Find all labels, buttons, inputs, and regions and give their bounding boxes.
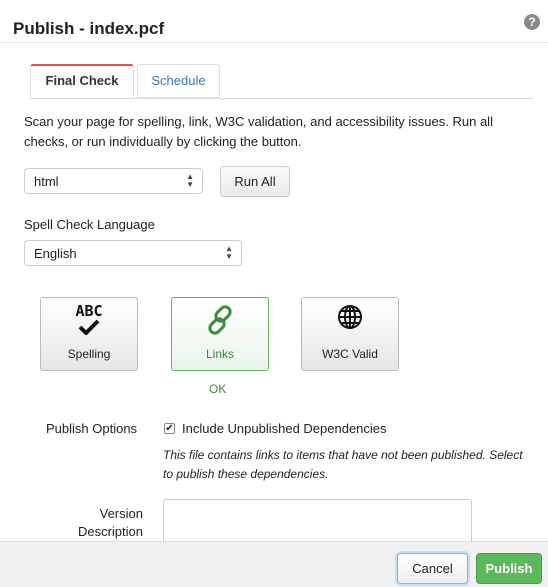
tab-final-check[interactable]: Final Check (30, 64, 134, 98)
links-status-ok: OK (209, 382, 227, 396)
select-arrows-icon: ▲ ▼ (225, 245, 233, 261)
w3c-valid-check-button[interactable]: W3C Valid (301, 297, 399, 371)
question-circle-icon[interactable]: ? (524, 14, 540, 30)
check-type-select-value: html (34, 174, 59, 189)
arrow-down-icon: ▼ (225, 252, 233, 261)
language-select-value: English (34, 246, 77, 261)
dialog-header: Publish - index.pcf ? (0, 0, 548, 43)
spelling-check-label: Spelling (67, 347, 111, 361)
abc-check-icon: ABC (41, 304, 137, 340)
arrow-down-icon: ▼ (186, 180, 194, 189)
publish-button[interactable]: Publish (476, 553, 542, 584)
link-icon (172, 304, 268, 341)
checkmark-icon (78, 319, 100, 336)
include-dependencies-checkbox[interactable]: ✔ (164, 423, 175, 434)
include-dependencies-label[interactable]: Include Unpublished Dependencies (182, 421, 387, 436)
abc-icon-text: ABC (75, 302, 103, 320)
check-type-select[interactable]: html ▲ ▼ (24, 168, 203, 194)
links-check-label: Links (205, 347, 234, 361)
globe-icon (302, 304, 398, 335)
publish-options-label: Publish Options (46, 421, 138, 436)
run-all-button[interactable]: Run All (220, 166, 290, 197)
tab-schedule[interactable]: Schedule (137, 64, 220, 98)
tab-bar: Final Check Schedule (30, 64, 533, 99)
spell-check-language-label: Spell Check Language (24, 217, 155, 232)
final-check-instructions: Scan your page for spelling, link, W3C v… (24, 114, 493, 149)
version-description-label: Version Description (77, 506, 143, 539)
select-arrows-icon: ▲ ▼ (186, 173, 194, 189)
dependencies-note: This file contains links to items that h… (163, 448, 523, 481)
cancel-button[interactable]: Cancel (397, 553, 468, 584)
language-select[interactable]: English ▲ ▼ (24, 240, 242, 266)
w3c-valid-check-label: W3C Valid (322, 347, 378, 361)
spelling-check-button[interactable]: ABC Spelling (40, 297, 138, 371)
dialog-title: Publish - index.pcf (13, 19, 165, 38)
links-check-button[interactable]: Links (171, 297, 269, 371)
dialog-footer: Cancel Publish (0, 541, 548, 587)
